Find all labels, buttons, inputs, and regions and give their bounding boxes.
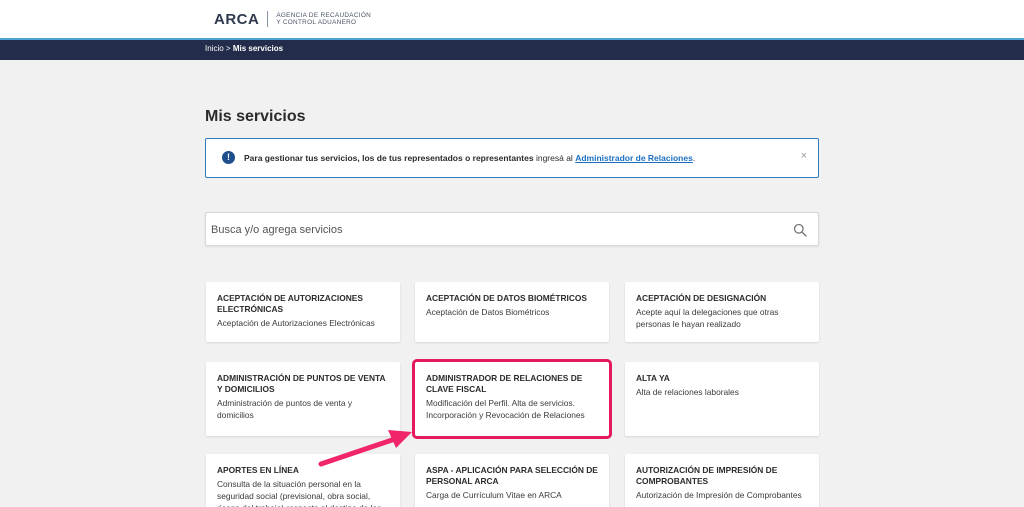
service-card[interactable]: ACEPTACIÓN DE DATOS BIOMÉTRICOS Aceptaci…: [415, 282, 609, 342]
administrador-relaciones-link[interactable]: Administrador de Relaciones: [575, 153, 693, 163]
info-icon: !: [222, 151, 235, 164]
service-card-description: Aceptación de Autorizaciones Electrónica…: [217, 318, 375, 328]
alert-text-end: .: [692, 153, 696, 163]
service-card-title: ADMINISTRADOR DE RELACIONES DE CLAVE FIS…: [426, 373, 583, 394]
nav-bar: Inicio > Mis servicios: [0, 38, 1024, 60]
alert-message: Para gestionar tus servicios, los de tus…: [244, 153, 695, 163]
service-card-description: Alta de relaciones laborales: [636, 387, 739, 397]
service-card-title: ACEPTACIÓN DE DATOS BIOMÉTRICOS: [426, 293, 587, 303]
breadcrumb-current: Mis servicios: [232, 44, 284, 53]
service-card-description: Aceptación de Datos Biométricos: [426, 307, 550, 317]
breadcrumb-separator: >: [225, 44, 231, 53]
service-card[interactable]: ALTA YA Alta de relaciones laborales: [625, 362, 819, 436]
service-card[interactable]: AUTORIZACIÓN DE IMPRESIÓN DE COMPROBANTE…: [625, 454, 819, 507]
logo-text: ARCA: [214, 10, 260, 28]
service-card-title: ACEPTACIÓN DE AUTORIZACIONES ELECTRÓNICA…: [217, 293, 363, 314]
logo-subtitle-line2: Y CONTROL ADUANERO: [276, 19, 357, 26]
service-card-description: Administración de puntos de venta y domi…: [217, 398, 353, 420]
service-card-description: Modificación del Perfil. Alta de servici…: [426, 398, 585, 420]
service-card-description: Consulta de la situación personal en la …: [217, 479, 381, 507]
arca-logo[interactable]: ARCA AGENCIA DE RECAUDACIÓN Y CONTROL AD…: [214, 9, 371, 29]
alert-text-normal: ingresá al: [533, 153, 576, 163]
logo-subtitle-line1: AGENCIA DE RECAUDACIÓN: [276, 12, 372, 19]
service-card-description: Autorización de Impresión de Comprobante…: [636, 490, 802, 500]
breadcrumb: Inicio > Mis servicios: [205, 44, 283, 53]
logo-divider: [267, 11, 269, 27]
service-card-title: ADMINISTRACIÓN DE PUNTOS DE VENTA Y DOMI…: [217, 373, 386, 394]
search-box: [205, 212, 819, 246]
logo-subtitle: AGENCIA DE RECAUDACIÓN Y CONTROL ADUANER…: [276, 12, 371, 26]
service-card-title: ACEPTACIÓN DE DESIGNACIÓN: [636, 293, 767, 303]
search-icon[interactable]: [793, 223, 807, 237]
service-card-description: Carga de Currículum Vitae en ARCA: [426, 490, 562, 500]
breadcrumb-home[interactable]: Inicio: [205, 44, 224, 53]
service-card-description: Acepte aquí la delegaciones que otras pe…: [636, 307, 779, 329]
alert-text-bold: Para gestionar tus servicios, los de tus…: [244, 153, 534, 163]
info-alert: ! Para gestionar tus servicios, los de t…: [205, 138, 819, 178]
service-card-title: ASPA - APLICACIÓN PARA SELECCIÓN DE PERS…: [426, 465, 598, 486]
pointer-arrow-icon: [318, 430, 412, 467]
service-card[interactable]: ACEPTACIÓN DE AUTORIZACIONES ELECTRÓNICA…: [206, 282, 400, 342]
service-card[interactable]: ADMINISTRACIÓN DE PUNTOS DE VENTA Y DOMI…: [206, 362, 400, 436]
top-header: ARCA AGENCIA DE RECAUDACIÓN Y CONTROL AD…: [0, 0, 1024, 38]
service-card[interactable]: ACEPTACIÓN DE DESIGNACIÓN Acepte aquí la…: [625, 282, 819, 342]
search-input[interactable]: [211, 218, 781, 241]
service-card[interactable]: ASPA - APLICACIÓN PARA SELECCIÓN DE PERS…: [415, 454, 609, 507]
page-title: Mis servicios: [205, 108, 306, 125]
close-icon[interactable]: ×: [801, 150, 807, 162]
service-card-administrador-relaciones[interactable]: ADMINISTRADOR DE RELACIONES DE CLAVE FIS…: [412, 359, 612, 439]
service-card-title: AUTORIZACIÓN DE IMPRESIÓN DE COMPROBANTE…: [636, 465, 778, 486]
service-card-title: ALTA YA: [636, 373, 670, 383]
